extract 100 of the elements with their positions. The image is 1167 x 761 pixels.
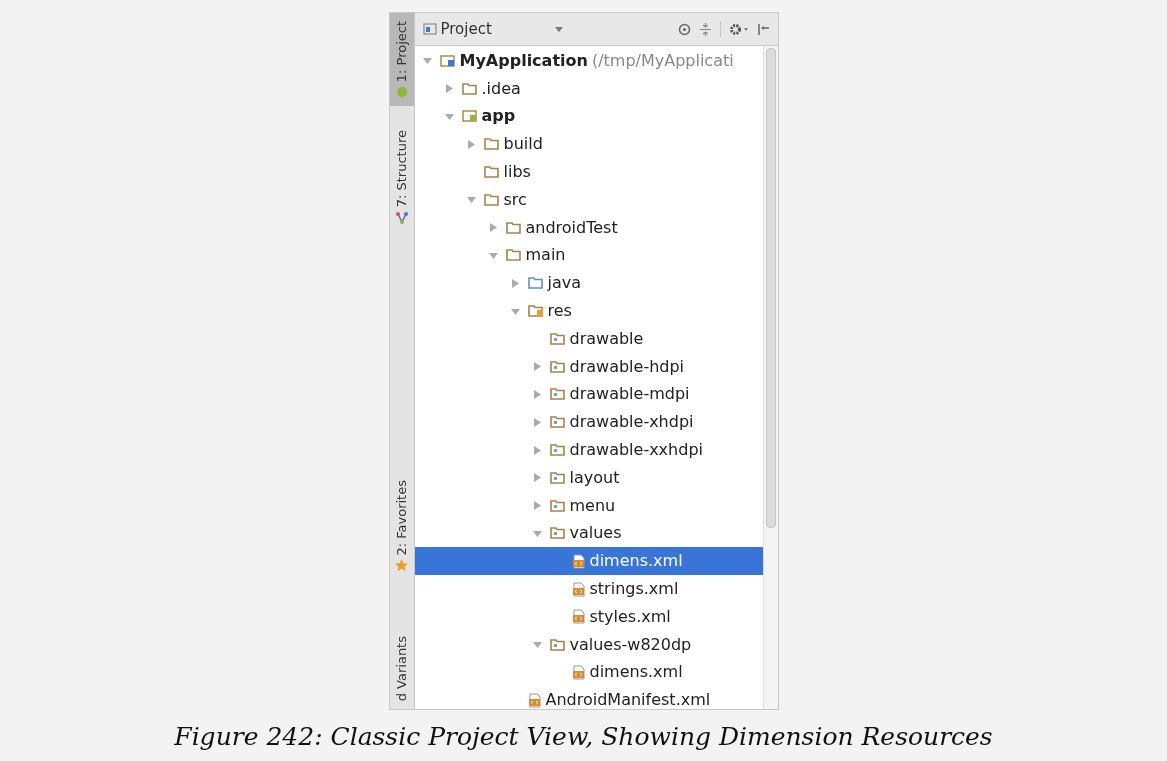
tool-window-tab[interactable]: 1: Project [389,13,414,107]
tool-window-tab[interactable]: 7: Structure [389,122,414,232]
collapse-arrow-icon[interactable] [488,223,498,233]
tree-item-label: .idea [481,77,521,100]
collapse-arrow-icon[interactable] [532,389,542,399]
figure-caption: Figure 242: Classic Project View, Showing Dimension Resources [174,721,993,753]
tree-item-label: drawable-mdpi [569,383,690,406]
resource-folder-icon [527,304,544,319]
expand-arrow-icon[interactable] [532,528,542,538]
folder-icon [549,331,566,346]
project-view-icon [422,23,437,35]
tree-item-label: drawable-xhdpi [569,411,694,434]
xml-file-icon [571,581,586,597]
tree-item[interactable]: dimens.xml [414,658,763,687]
tree-item[interactable]: androidTest [414,213,763,242]
tree-item-label: drawable [569,327,644,350]
tree-item-path: (/tmp/MyApplicati [591,49,734,72]
folder-icon [549,359,566,374]
tree-item[interactable]: main [414,241,763,270]
tree-item-label: values-w820dp [569,633,692,656]
tree-item-label: main [525,244,566,267]
tree-item-label: libs [503,161,531,184]
tree-item-label: dimens.xml [589,661,683,684]
tree-item[interactable]: drawable [414,324,763,353]
scrollbar-thumb[interactable] [765,48,776,528]
tree-item[interactable]: styles.xml [414,602,763,631]
folder-icon [549,470,566,485]
expand-arrow-icon[interactable] [444,112,454,121]
star-icon [395,559,408,573]
tree-item[interactable]: drawable-mdpi [414,380,763,409]
tree-item-label: dimens.xml [589,550,683,573]
collapse-arrow-icon[interactable] [444,84,454,94]
tree-item-label: values [569,522,622,545]
android-icon [395,86,408,99]
tree-item[interactable]: drawable-xxhdpi [414,436,763,464]
tree-item-label: res [547,300,572,323]
folder-icon [549,443,566,458]
folder-icon [483,192,500,207]
tree-item[interactable]: app [414,102,763,131]
tree-item[interactable]: strings.xml [414,575,763,603]
tool-window-tab[interactable]: 2: Favorites [389,471,414,581]
collapse-arrow-icon[interactable] [532,445,542,455]
collapse-arrow-icon[interactable] [532,362,542,372]
expand-arrow-icon[interactable] [532,640,542,650]
tree-item[interactable]: values-w820dp [414,630,763,659]
tree-item-label: java [547,272,582,295]
tree-item[interactable]: java [414,269,763,298]
collapse-arrow-icon[interactable] [532,417,542,427]
expand-arrow-icon[interactable] [510,306,520,316]
collapse-arrow-icon[interactable] [510,278,520,288]
settings-icon[interactable] [728,22,749,36]
collapse-arrow-icon[interactable] [532,473,542,483]
folder-icon [549,498,566,513]
folder-icon [549,637,566,652]
xml-file-icon [571,664,586,680]
collapse-arrow-icon[interactable] [532,501,542,511]
view-selector[interactable]: Project [422,17,563,41]
folder-icon [505,248,522,263]
tree-item[interactable]: libs [414,158,763,186]
tool-window-tab[interactable]: d Variants [389,627,414,709]
tree-item-label: MyApplication [459,49,588,72]
folder-icon [483,165,500,180]
tree-item-label: strings.xml [589,578,679,601]
tree-item[interactable]: dimens.xml [414,547,763,576]
tree-item[interactable]: layout [414,463,763,492]
tree-item[interactable]: src [414,186,763,214]
hide-panel-icon[interactable] [756,22,770,36]
tree-item-label: app [481,105,516,128]
folder-icon [505,220,522,235]
expand-arrow-icon[interactable] [422,56,432,66]
tree-item[interactable]: build [414,130,763,159]
collapse-all-icon[interactable] [698,22,712,36]
tree-item[interactable]: values [414,519,763,548]
tree-item-label: AndroidManifest.xml [545,689,711,709]
target-icon[interactable] [677,22,691,36]
tree-item-label: drawable-hdpi [569,355,685,378]
tree-item[interactable]: AndroidManifest.xml [414,686,763,709]
folder-icon [461,81,478,96]
tree-item-label: menu [569,494,616,517]
tree-item-label: src [503,188,527,211]
caret-icon [554,26,563,32]
expand-arrow-icon[interactable] [466,195,476,205]
tree-item-label: androidTest [525,216,618,239]
xml-file-icon [571,553,586,569]
tree-item[interactable]: menu [414,491,763,520]
module-folder-icon [461,109,478,124]
collapse-arrow-icon[interactable] [466,139,476,149]
xml-file-icon [571,609,586,625]
tree-item[interactable]: .idea [414,74,763,103]
expand-arrow-icon[interactable] [488,250,498,260]
tree-item[interactable]: drawable-hdpi [414,352,763,381]
folder-icon [527,276,544,291]
module-folder-icon [439,53,456,68]
tree-item[interactable]: res [414,297,763,325]
tree-item[interactable]: MyApplication (/tmp/MyApplicati [414,47,763,75]
folder-icon [549,387,566,402]
tree-item-label: styles.xml [589,605,671,628]
tree-item[interactable]: drawable-xhdpi [414,408,763,437]
structure-icon [395,211,408,224]
tree-item-label: drawable-xxhdpi [569,439,703,462]
